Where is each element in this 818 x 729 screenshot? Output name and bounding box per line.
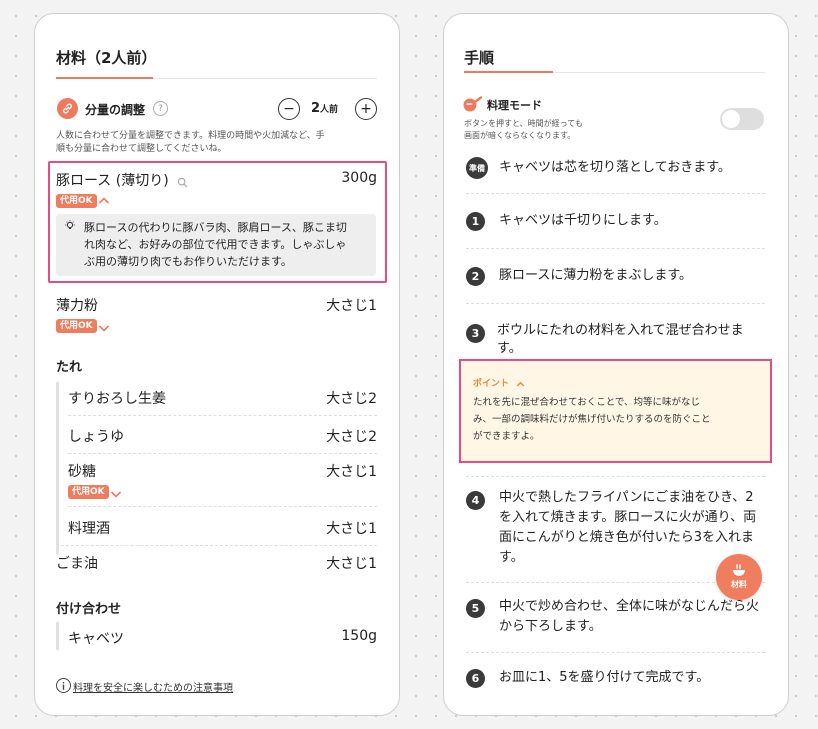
cooking-mode-desc-line1: ボタンを押すと、時間が経っても (464, 119, 583, 128)
ingredient-amount: 大さじ2 (326, 429, 377, 445)
toggle-knob (722, 110, 740, 128)
step-text-line: 面にこんがりと焼き色が付いたら3を入れま (499, 530, 755, 545)
ingredient-amount: 大さじ1 (326, 556, 377, 572)
ingredient-amount: 300g (341, 170, 377, 186)
cooking-mode-label: 料理モード (487, 99, 542, 112)
garnish-heading: 付け合わせ (56, 602, 122, 617)
servings-count-display: 2人前 (311, 101, 338, 116)
group-indicator (56, 622, 59, 650)
row-divider (68, 415, 377, 416)
step-number: 6 (466, 669, 485, 688)
row-divider (466, 652, 765, 653)
substitute-badge[interactable]: 代用OK (68, 485, 109, 499)
ingredient-name: ごま油 (56, 556, 98, 572)
safety-notes-link[interactable]: 料理を安全に楽しむための注意事項 (73, 679, 233, 694)
fab-label: 材料 (731, 580, 747, 589)
step-text-line: から下ろします。 (499, 619, 602, 634)
decrease-servings-button[interactable]: − (278, 98, 300, 120)
tip-line3: ぶ用の薄切り肉でもお作りいただけます。 (84, 255, 292, 268)
tip-line2: れ肉など、お好みの部位で代用できます。しゃぶしゃ (84, 238, 347, 251)
steps-card: 手順 料理モード ボタンを押すと、時間が経っても 画面が暗くならなくなります。 … (443, 13, 789, 716)
step-text: キャベツは千切りにします。 (499, 213, 667, 228)
row-divider (466, 193, 765, 194)
point-text-line: ができますよ。 (473, 431, 540, 442)
point-title[interactable]: ポイント (473, 376, 509, 389)
chevron-up-icon[interactable] (515, 375, 526, 394)
servings-count: 2 (311, 101, 321, 116)
title-accent-bar (56, 77, 153, 79)
frying-pan-icon (462, 96, 483, 112)
substitute-badge[interactable]: 代用OK (56, 319, 97, 333)
row-divider (466, 303, 765, 304)
adjust-label: 分量の調整 (85, 103, 146, 117)
cooking-mode-desc-line2: 画面が暗くならなくなります。 (464, 131, 576, 140)
point-text-line: み、一部の調味料だけが焦げ付いたりするのを防ぐこと (473, 414, 711, 425)
chevron-up-icon[interactable] (97, 193, 111, 212)
step-text-line: 中火で熱したフライパンにごま油をひき、2 (499, 490, 754, 505)
ingredients-fab-button[interactable]: 材料 (716, 554, 762, 600)
row-divider (68, 453, 377, 454)
ingredient-name: しょうゆ (68, 429, 124, 445)
adjust-note-line2: 順も分量に合わせて調整してくださいね。 (56, 144, 227, 154)
step-text-line: 中火で炒め合わせ、全体に味がなじんだら火 (499, 599, 760, 614)
substitute-badge[interactable]: 代用OK (56, 194, 97, 208)
title-accent-bar (464, 71, 553, 73)
lightbulb-icon (64, 220, 76, 235)
chevron-down-icon[interactable] (97, 320, 111, 339)
search-icon[interactable] (177, 173, 188, 192)
point-box (459, 359, 772, 463)
ingredient-amount: 大さじ1 (326, 521, 377, 537)
row-divider (466, 476, 765, 477)
ingredient-amount: 150g (341, 628, 377, 644)
row-divider (466, 248, 765, 249)
ingredient-name: 薄力粉 (56, 298, 98, 314)
ingredient-name: すりおろし生姜 (68, 391, 166, 407)
info-icon (56, 678, 71, 693)
step-number: 3 (466, 324, 485, 343)
ingredients-title: 材料（2人前） (56, 49, 157, 67)
ingredient-amount: 大さじ1 (326, 298, 377, 314)
step-text: 豚ロースに薄力粉をまぶします。 (499, 268, 693, 283)
cooking-mode-toggle[interactable] (720, 108, 764, 130)
increase-servings-button[interactable]: + (355, 98, 377, 120)
link-icon (57, 98, 78, 119)
step-text-line: す。 (499, 550, 524, 565)
prep-badge: 準備 (466, 157, 488, 179)
ingredient-name: 砂糖 (68, 464, 96, 480)
ingredient-amount: 大さじ2 (326, 391, 377, 407)
step-text: お皿に1、5を盛り付けて完成です。 (499, 670, 710, 685)
step-number: 1 (466, 212, 485, 231)
help-icon[interactable]: ? (153, 101, 168, 116)
prep-text: キャベツは芯を切り落としておきます。 (499, 160, 731, 175)
row-divider (68, 506, 377, 507)
step-text-line: ボウルにたれの材料を入れて混ぜ合わせま (497, 323, 744, 338)
bowl-icon (733, 564, 745, 576)
row-divider (56, 545, 377, 546)
step-number: 5 (466, 599, 485, 618)
servings-unit: 人前 (320, 105, 339, 115)
ingredient-name: キャベツ (68, 631, 124, 647)
adjust-note-line1: 人数に合わせて分量を調整できます。料理の時間や火加減など、手 (56, 131, 325, 141)
step-text-line: を入れて焼きます。豚ロースに火が通り、両 (499, 510, 757, 525)
step-number: 2 (466, 267, 485, 286)
ingredient-name: 料理酒 (68, 521, 110, 537)
group-indicator (56, 382, 59, 554)
ingredient-amount: 大さじ1 (326, 464, 377, 480)
ingredient-name: 豚ロース (薄切り) (56, 173, 169, 189)
step-number: 4 (466, 491, 485, 510)
steps-title: 手順 (464, 49, 495, 67)
step-text-line: す。 (497, 341, 522, 356)
chevron-down-icon[interactable] (109, 486, 123, 505)
ingredients-card: 材料（2人前） 分量の調整 ? − 2人前 + 人数に合わせて分量を調整できます… (34, 13, 400, 716)
sauce-heading: たれ (56, 360, 83, 375)
point-text-line: たれを先に混ぜ合わせておくことで、均等に味がなじ (473, 397, 701, 408)
tip-line1: 豚ロースの代わりに豚バラ肉、豚肩ロース、豚こま切 (84, 221, 347, 234)
